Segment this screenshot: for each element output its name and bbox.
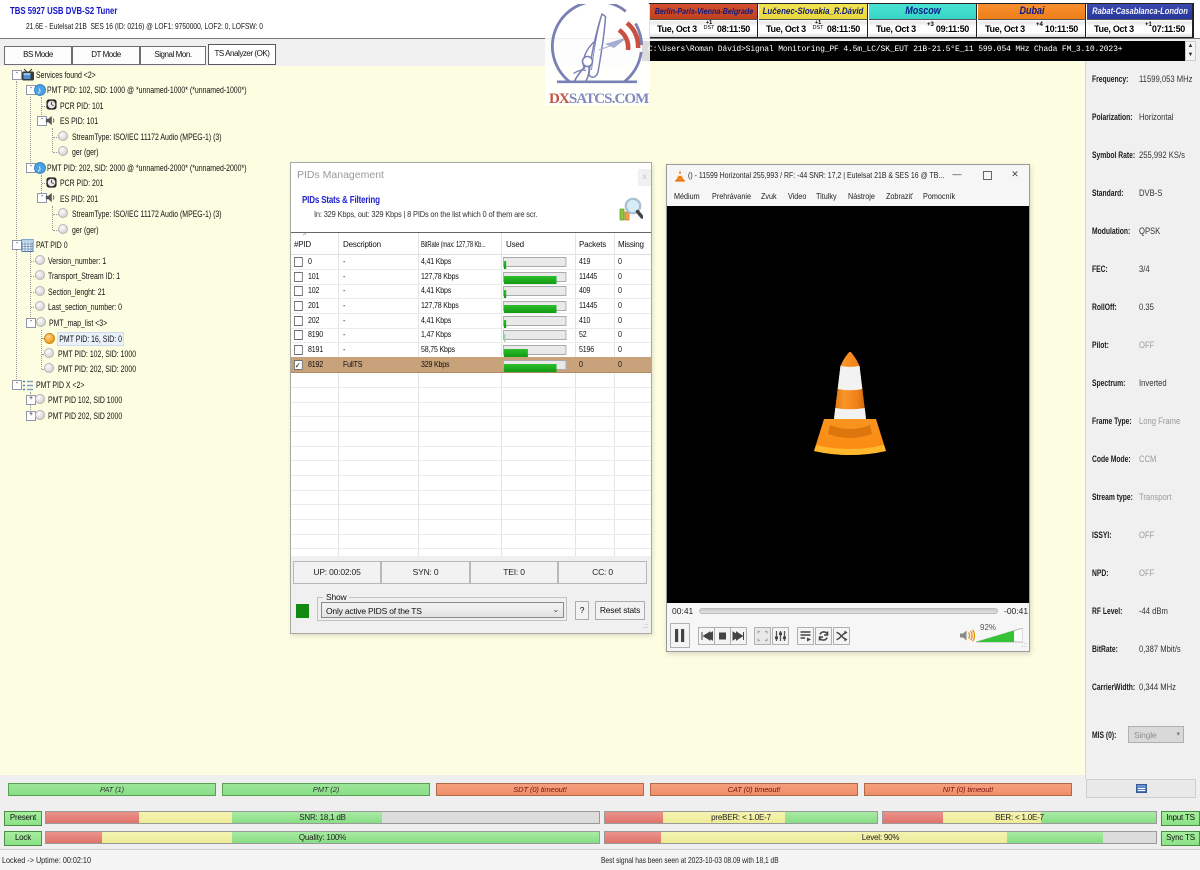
svg-text:DXSATCS.COM: DXSATCS.COM xyxy=(549,91,649,105)
svg-text:♪: ♪ xyxy=(37,85,42,95)
svg-text:♪: ♪ xyxy=(37,163,42,173)
